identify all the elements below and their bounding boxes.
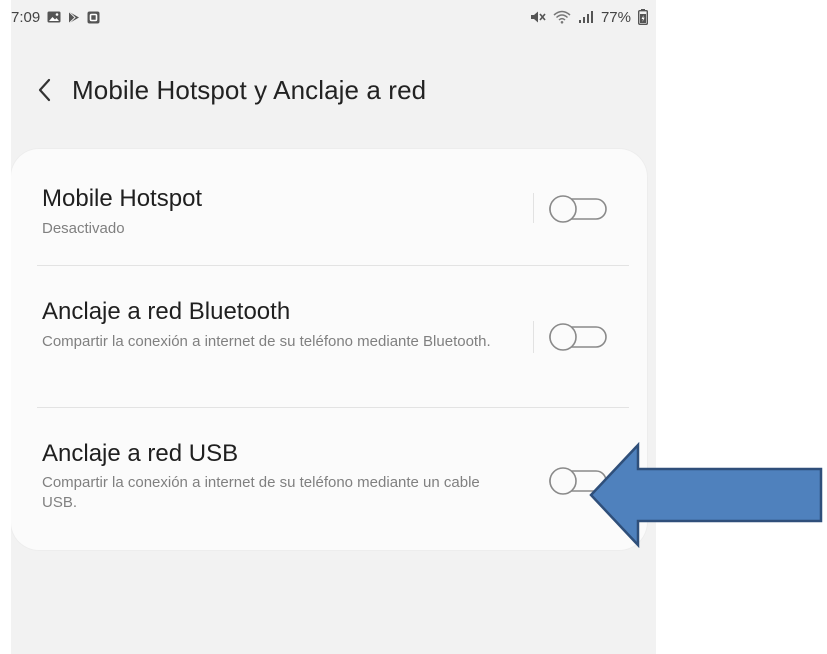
bluetooth-tethering-row[interactable]: Anclaje a red Bluetooth Compartir la con… [11,266,647,407]
bluetooth-tethering-toggle[interactable] [548,322,608,352]
row-divider [533,321,534,353]
battery-percent: 77% [600,8,631,26]
mobile-hotspot-row[interactable]: Mobile Hotspot Desactivado [11,149,647,265]
settings-card: Mobile Hotspot Desactivado Anclaje a red… [11,149,647,550]
back-button[interactable] [26,70,62,110]
bluetooth-tethering-title: Anclaje a red Bluetooth [42,298,291,325]
status-left: 7:09 [11,9,100,26]
usb-tethering-title: Anclaje a red USB [42,440,239,467]
row-divider [533,193,534,223]
usb-tethering-row[interactable]: Anclaje a red USB Compartir la conexión … [11,408,647,550]
battery-icon [638,9,648,25]
mobile-hotspot-title: Mobile Hotspot [42,185,203,212]
mobile-hotspot-subtitle: Desactivado [42,220,125,237]
chevron-left-icon [38,78,51,102]
gallery-icon [47,11,61,23]
signal-icon [578,10,594,24]
annotation-arrow-left-icon [589,442,823,548]
mute-icon [530,10,546,24]
bluetooth-tethering-subtitle: Compartir la conexión a internet de su t… [42,333,491,350]
play-store-icon [68,10,80,24]
square-app-icon [87,11,100,24]
page-title: Mobile Hotspot y Anclaje a red [72,74,427,105]
app-header: Mobile Hotspot y Anclaje a red [11,60,656,120]
phone-screen: 7:09 77% Mobile Hotspot y Anclaje a red … [11,0,656,654]
status-time: 7:09 [11,8,41,26]
mobile-hotspot-toggle[interactable] [548,194,608,224]
usb-tethering-subtitle: Compartir la conexión a internet de su t… [42,474,480,511]
status-right: 77% [530,9,656,26]
status-bar: 7:09 77% [11,0,656,34]
wifi-icon [553,10,571,24]
